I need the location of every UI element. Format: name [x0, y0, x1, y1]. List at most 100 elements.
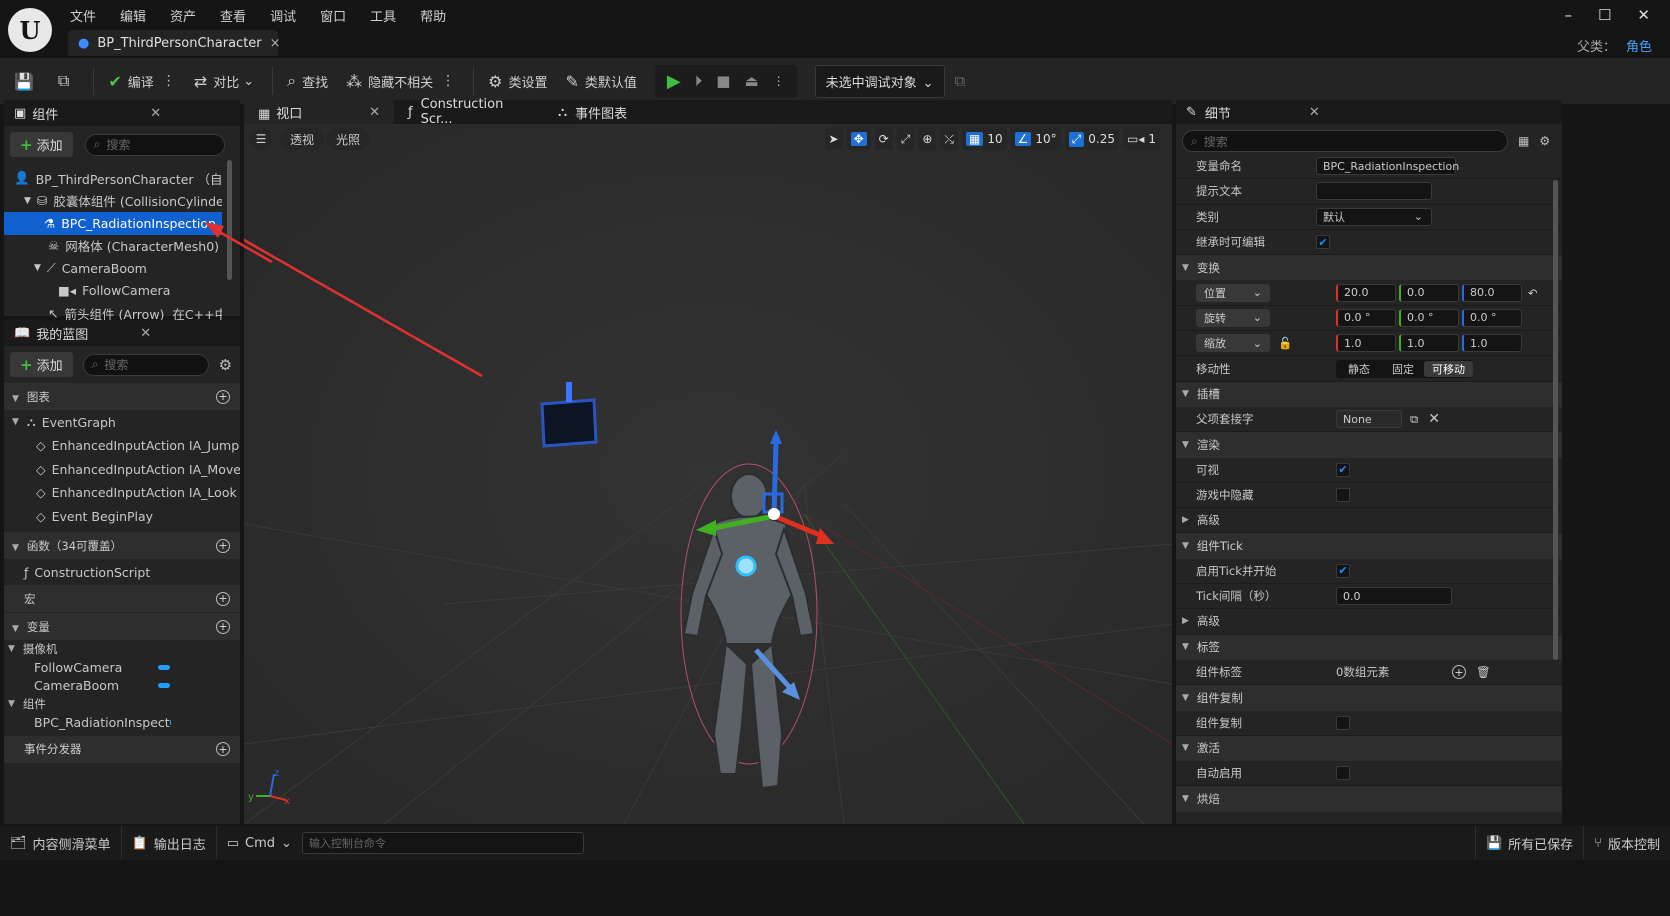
source-control-button[interactable]: ⑂ 版本控制	[1584, 826, 1670, 860]
surface-snap-icon[interactable]: ⤯	[940, 128, 958, 150]
viewport[interactable]: xyz ☰ 透视 光照 ➤ ✥ ⟳ ⤢ ⊕ ⤯ ▦ 10 ∠ 10° ⤢ 0.25 ▭…	[244, 124, 1172, 824]
more-options-icon[interactable]: ⋮	[441, 73, 455, 89]
variable-name-input[interactable]: BPC_RadiationInspection	[1316, 157, 1459, 176]
scale-select[interactable]: 缩放 ⌄	[1196, 334, 1270, 353]
compile-options-icon[interactable]: ⋮	[162, 73, 176, 89]
add-macro-icon[interactable]: +	[216, 591, 230, 606]
lighting-button[interactable]: 光照	[326, 128, 371, 150]
translate-tool[interactable]: ✥	[846, 128, 871, 150]
add-dispatcher-icon[interactable]: +	[216, 742, 230, 756]
macros-section[interactable]: 宏 +	[4, 585, 240, 612]
menu-view[interactable]: 查看	[218, 4, 260, 27]
function-item[interactable]: ƒ ConstructionScript	[4, 559, 240, 585]
blueprint-search-input[interactable]: ⌕ 搜索	[82, 353, 209, 376]
close-tab-icon[interactable]: ✕	[369, 105, 380, 120]
minimize-button[interactable]: –	[1564, 6, 1572, 24]
transform-section[interactable]: ▼ 变换	[1176, 255, 1562, 281]
class-defaults-button[interactable]: ✎ 类默认值	[565, 72, 636, 91]
variable-item[interactable]: BPC_RadiationInspect	[4, 713, 240, 732]
event-graph-item[interactable]: ▼ ⛬ EventGraph	[4, 410, 240, 434]
lock-icon[interactable]: 🔓	[1278, 336, 1292, 350]
rotate-tool[interactable]: ⟳	[874, 128, 893, 150]
output-log-button[interactable]: 📋 输出日志	[122, 826, 217, 860]
perspective-button[interactable]: 透视	[280, 128, 325, 150]
diff-button[interactable]: ⇄ 对比 ⌄	[194, 72, 254, 91]
clear-icon[interactable]: ✕	[1428, 411, 1440, 427]
scale-z[interactable]: 1.0	[1462, 334, 1522, 353]
play-options-icon[interactable]: ⋮	[773, 74, 785, 88]
components-search-input[interactable]: ⌕ 搜索	[84, 133, 225, 156]
tick-interval-input[interactable]: 0.0	[1336, 587, 1452, 606]
play-icon[interactable]: ▶	[667, 71, 681, 92]
select-tool[interactable]: ➤	[824, 128, 843, 150]
rotation-x[interactable]: 0.0 °	[1336, 308, 1396, 327]
replicate-checkbox[interactable]	[1336, 715, 1350, 730]
gear-icon[interactable]: ⚙	[1539, 134, 1550, 148]
expand-arrow-icon[interactable]: ▼	[24, 196, 31, 206]
table-view-icon[interactable]: ▦	[1518, 134, 1529, 148]
location-y[interactable]: 0.0	[1399, 283, 1459, 302]
location-z[interactable]: 80.0	[1462, 283, 1522, 302]
visible-checkbox[interactable]: ✔	[1336, 462, 1350, 477]
trash-icon[interactable]: 🗑	[1476, 665, 1491, 679]
tab-viewport[interactable]: ▦ 视口 ✕	[244, 100, 394, 124]
replication-section[interactable]: ▼ 组件复制	[1176, 685, 1562, 711]
tab-construction-script[interactable]: ƒ Construction Scr...	[394, 97, 544, 127]
editable-checkbox[interactable]: ✔	[1316, 235, 1330, 250]
menu-edit[interactable]: 编辑	[118, 4, 160, 27]
close-tab-icon[interactable]: ×	[270, 36, 281, 51]
tree-item-self[interactable]: 👤 BP_ThirdPersonCharacter （自身）	[4, 167, 222, 190]
reset-icon[interactable]: ↶	[1528, 286, 1538, 300]
browse-socket-icon[interactable]: ⧉	[1410, 412, 1418, 427]
close-window-button[interactable]: ✕	[1637, 6, 1650, 24]
debug-object-select[interactable]: 未选中调试对象 ⌄	[814, 64, 945, 98]
tooltip-input[interactable]	[1316, 182, 1432, 201]
rendering-section[interactable]: ▼ 渲染	[1176, 432, 1562, 458]
variable-category[interactable]: ▼ 摄像机	[4, 640, 240, 658]
parent-class-link[interactable]: 角色	[1626, 40, 1652, 55]
scrollbar[interactable]	[1553, 180, 1558, 660]
grid-snap-button[interactable]: ▦ 10	[961, 128, 1007, 150]
compile-button[interactable]: ✔ 编译 ⋮	[108, 72, 175, 91]
stop-icon[interactable]: ■	[716, 72, 730, 90]
scale-y[interactable]: 1.0	[1399, 334, 1459, 353]
functions-section[interactable]: ▼ 函数（34可覆盖） +	[4, 532, 240, 559]
close-panel-icon[interactable]: ✕	[140, 326, 151, 341]
tree-item-mesh[interactable]: ☠ 网格体 (CharacterMesh0)	[4, 235, 222, 258]
graphs-section[interactable]: ▼ 图表 +	[4, 383, 240, 410]
tags-section[interactable]: ▼ 标签	[1176, 634, 1562, 660]
scrollbar[interactable]	[227, 160, 232, 280]
cooking-section[interactable]: ▼ 烘焙	[1176, 786, 1562, 812]
tree-item-bpc-radiation[interactable]: ⚗ BPC_RadiationInspection	[4, 212, 222, 235]
variables-section[interactable]: ▼ 变量 +	[4, 613, 240, 640]
menu-file[interactable]: 文件	[68, 4, 110, 27]
rotation-select[interactable]: 旋转 ⌄	[1196, 308, 1270, 327]
browse-button[interactable]: ⧉	[58, 71, 75, 91]
variable-item[interactable]: FollowCamera	[4, 658, 240, 677]
mobility-static[interactable]: 静态	[1336, 361, 1382, 377]
advanced-row[interactable]: ▶ 高级	[1176, 609, 1562, 635]
auto-activate-checkbox[interactable]	[1336, 766, 1350, 781]
variable-item[interactable]: CameraBoom	[4, 677, 240, 696]
gear-icon[interactable]: ⚙	[219, 356, 232, 374]
mobility-stationary[interactable]: 固定	[1382, 361, 1424, 377]
menu-debug[interactable]: 调试	[268, 4, 310, 27]
document-tab[interactable]: ● BP_ThirdPersonCharacter ×	[68, 30, 281, 56]
camera-speed-button[interactable]: ▭◂ 1	[1122, 128, 1160, 150]
menu-tools[interactable]: 工具	[368, 4, 410, 27]
save-button[interactable]: 💾	[14, 72, 40, 91]
step-icon[interactable]: ⏵	[695, 72, 703, 90]
my-blueprint-tab[interactable]: 📖 我的蓝图 ✕	[4, 320, 240, 346]
class-settings-button[interactable]: ⚙ 类设置	[488, 72, 547, 91]
close-panel-icon[interactable]: ✕	[150, 106, 161, 121]
add-button[interactable]: + 添加	[10, 352, 73, 377]
scale-tool[interactable]: ⤢	[896, 128, 915, 150]
tree-item-followcamera[interactable]: ■◂ FollowCamera	[4, 280, 222, 303]
tree-item-capsule[interactable]: ▼ ⛁ 胶囊体组件 (CollisionCylinder)	[4, 190, 222, 213]
add-function-icon[interactable]: +	[216, 538, 230, 553]
content-drawer-button[interactable]: 🗂 内容侧滑菜单	[0, 826, 122, 860]
details-tab[interactable]: ✎ 细节 ✕	[1176, 100, 1562, 124]
event-item[interactable]: ◇ EnhancedInputAction IA_Move	[4, 458, 240, 482]
add-element-icon[interactable]: +	[1452, 665, 1466, 680]
activation-section[interactable]: ▼ 激活	[1176, 735, 1562, 762]
